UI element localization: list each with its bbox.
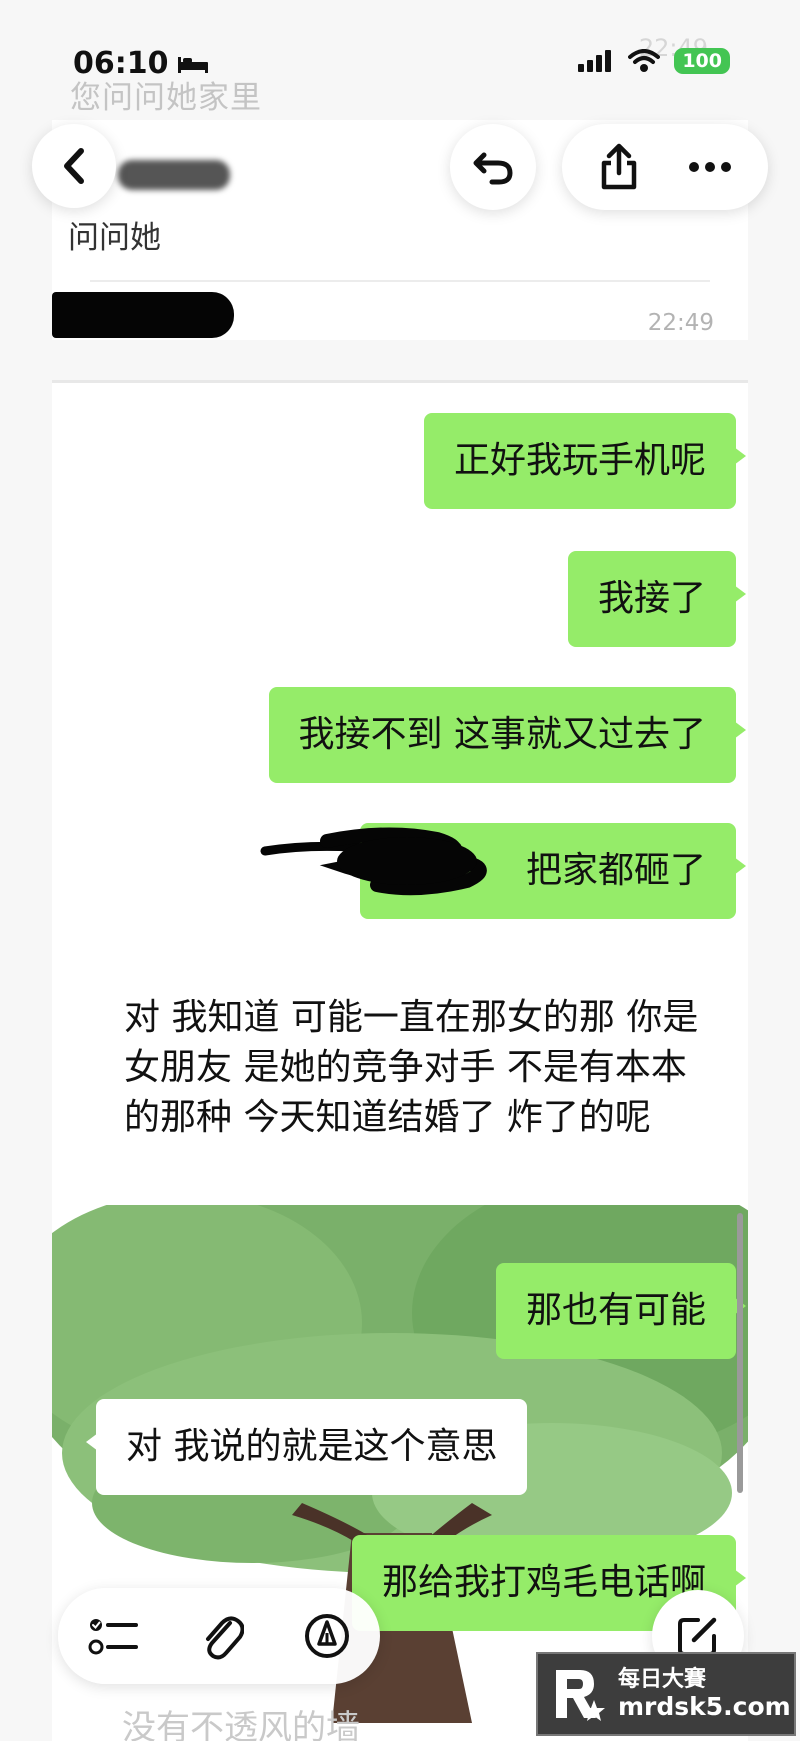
- status-bar-time: 06:10: [73, 46, 209, 81]
- pen-markup-icon[interactable]: [304, 1613, 350, 1659]
- watermark-url: mrdsk5.com: [618, 1692, 791, 1721]
- message-text: 对 我说的就是这个意思: [126, 1426, 498, 1467]
- message-text: 我接了: [597, 578, 706, 619]
- notes-screenshot-view: 您问问她家里 22:49 问问她 22:49 正好我玩手机呢 我接了 我接不到 …: [0, 0, 800, 1741]
- message-timestamp: 22:49: [647, 310, 714, 336]
- message-text: 那也有可能: [525, 1290, 706, 1331]
- chevron-left-icon: [64, 148, 84, 184]
- undo-arrow-icon: [473, 152, 513, 185]
- scrollbar[interactable]: [737, 1213, 743, 1493]
- bottom-toolbar: [58, 1588, 380, 1684]
- clock: 06:10: [73, 46, 169, 81]
- outgoing-message: 我接了: [567, 551, 747, 647]
- cellular-signal-icon: [578, 50, 612, 72]
- paperclip-icon[interactable]: [200, 1611, 244, 1661]
- earlier-message-text: 问问她: [68, 220, 161, 256]
- sleep-focus-icon: [177, 56, 208, 73]
- scribble-redaction: [260, 827, 487, 896]
- watermark-title: 每日大賽: [618, 1667, 707, 1692]
- undo-button[interactable]: [450, 124, 536, 210]
- watermark-logo-icon: [556, 1670, 605, 1721]
- checklist-icon[interactable]: [88, 1614, 140, 1658]
- message-text: 我接不到 这事就又过去了: [298, 714, 706, 755]
- back-button[interactable]: [32, 124, 116, 208]
- message-text: 那给我打鸡毛电话啊: [381, 1562, 706, 1603]
- redaction-bar: [52, 292, 234, 338]
- outgoing-message: 那也有可能: [495, 1263, 747, 1359]
- more-dots-icon[interactable]: [688, 161, 732, 173]
- action-pill: [562, 124, 768, 210]
- wifi-icon: [628, 49, 661, 72]
- outgoing-message: 我接不到 这事就又过去了: [268, 687, 747, 783]
- divider: [90, 280, 710, 282]
- outgoing-message: 正好我玩手机呢: [423, 413, 747, 509]
- share-icon[interactable]: [599, 143, 639, 191]
- message-text: 正好我玩手机呢: [453, 440, 706, 481]
- faded-background-text: 没有不透风的墙: [122, 1708, 360, 1741]
- incoming-message: 对 我说的就是这个意思: [85, 1399, 528, 1495]
- status-bar-indicators: 100: [578, 48, 730, 74]
- incoming-message: 对 我知道 可能一直在那女的那 你是女朋友 是她的竞争对手 不是有本本的那种 今…: [84, 973, 748, 1205]
- redaction-mark: [118, 160, 230, 190]
- battery-indicator: 100: [674, 48, 730, 74]
- message-text: 对 我知道 可能一直在那女的那 你是女朋友 是她的竞争对手 不是有本本的那种 今…: [124, 997, 699, 1138]
- site-watermark: 每日大賽 mrdsk5.com: [536, 1652, 796, 1736]
- chat-screenshot: 正好我玩手机呢 我接了 我接不到 这事就又过去了 把家都砸了 对 我知道 可能一…: [52, 380, 748, 1741]
